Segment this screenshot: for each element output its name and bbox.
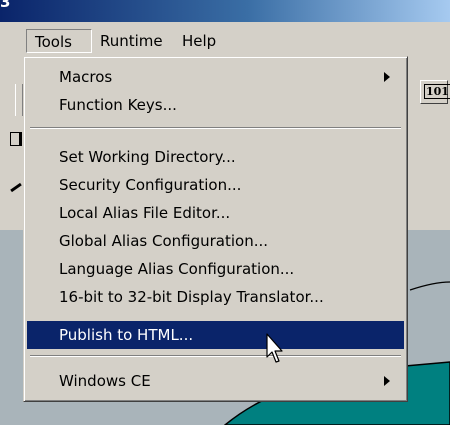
menu-help[interactable]: Help	[174, 29, 236, 53]
menu-item-set-working-directory[interactable]: Set Working Directory...	[27, 143, 404, 171]
toolbar-grip[interactable]	[15, 84, 23, 116]
menu-item-function-keys[interactable]: Function Keys...	[27, 91, 404, 119]
menu-item-windows-ce[interactable]: Windows CE	[27, 367, 404, 395]
menu-item-language-alias-configuration[interactable]: Language Alias Configuration...	[27, 255, 404, 283]
window-title: 3	[0, 0, 11, 11]
menu-item-label: Set Working Directory...	[59, 148, 236, 166]
menu-item-display-translator[interactable]: 16-bit to 32-bit Display Translator...	[27, 283, 404, 311]
submenu-arrow-icon	[384, 72, 390, 82]
tools-dropdown-menu: Macros Function Keys... Set Working Dire…	[23, 56, 408, 402]
toolbar-window-icon[interactable]	[8, 130, 22, 148]
menu-item-global-alias-configuration[interactable]: Global Alias Configuration...	[27, 227, 404, 255]
menu-item-label: Publish to HTML...	[59, 326, 194, 344]
menu-item-publish-to-html[interactable]: Publish to HTML...	[27, 321, 404, 349]
arrow-pointer-icon	[266, 333, 283, 363]
menu-item-local-alias-file-editor[interactable]: Local Alias File Editor...	[27, 199, 404, 227]
button-101-label: 101	[424, 84, 450, 99]
menu-item-label: Security Configuration...	[59, 176, 242, 194]
menu-item-macros[interactable]: Macros	[27, 63, 404, 91]
title-bar: 3	[0, 0, 450, 22]
menu-tools[interactable]: Tools	[26, 29, 92, 53]
menu-item-label: 16-bit to 32-bit Display Translator...	[59, 288, 324, 306]
toolbar-pen-icon[interactable]	[8, 178, 22, 196]
menu-item-label: Macros	[59, 68, 113, 86]
menu-item-label: Global Alias Configuration...	[59, 232, 269, 250]
toolbar-101-button[interactable]: 101	[420, 80, 450, 104]
menu-item-label: Language Alias Configuration...	[59, 260, 295, 278]
menu-item-label: Windows CE	[59, 372, 151, 390]
menu-separator	[30, 355, 401, 357]
menu-separator	[30, 127, 401, 129]
menu-item-security-configuration[interactable]: Security Configuration...	[27, 171, 404, 199]
submenu-arrow-icon	[384, 376, 390, 386]
menu-item-label: Function Keys...	[59, 96, 177, 114]
menu-runtime[interactable]: Runtime	[92, 29, 174, 53]
menu-bar: Tools Runtime Help	[0, 22, 450, 58]
menu-item-label: Local Alias File Editor...	[59, 204, 231, 222]
